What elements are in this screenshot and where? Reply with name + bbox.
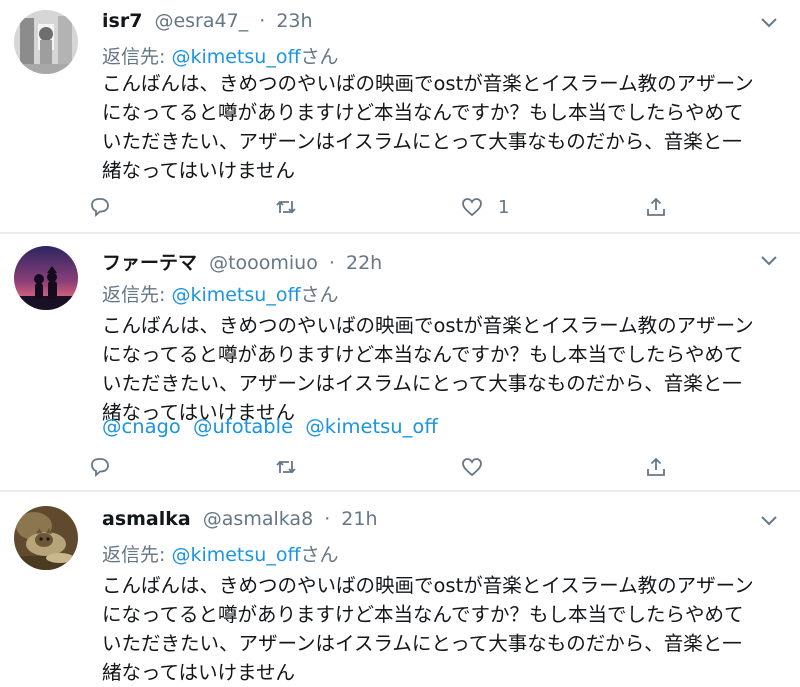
tweet-mentions: @cnago @ufotable @kimetsu_off: [102, 415, 444, 438]
reply-to-label: 返信先:: [102, 46, 172, 68]
avatar-image: [14, 10, 78, 74]
display-name[interactable]: ファーテマ: [102, 252, 197, 274]
share-icon: [647, 457, 665, 476]
separator-dot: ·: [328, 252, 335, 274]
retweet-icon: [276, 460, 296, 474]
reply-to: 返信先: @kimetsu_offさん: [102, 42, 339, 69]
like-button[interactable]: [460, 452, 484, 482]
tweet-text-line: になってると噂がありますけど本当なんですか？もし本当でしたらやめて: [102, 101, 744, 124]
tweet-header: isr7 @esra47_ · 23h: [102, 10, 313, 32]
separator-dot: ·: [259, 10, 266, 32]
tweet-text-line: こんばんは、きめつのやいばの映画でostが音楽とイスラーム教のアザーン: [102, 314, 754, 337]
tweet-text-line: こんばんは、きめつのやいばの映画でostが音楽とイスラーム教のアザーン: [102, 72, 754, 95]
reply-to-mention[interactable]: @kimetsu_off: [171, 284, 300, 306]
reply-button[interactable]: [88, 452, 112, 482]
tweet-actions: [88, 452, 688, 482]
tweet-text-line: いただきたい、アザーンはイスラムにとって大事なものだから、音楽と一: [102, 372, 742, 395]
tweet-3[interactable]: asmalka @asmalka8 · 21h 返信先: @kimetsu_of…: [0, 492, 800, 684]
reply-to-label: 返信先:: [102, 544, 172, 566]
retweet-button[interactable]: [274, 452, 298, 482]
timestamp[interactable]: 23h: [276, 10, 312, 32]
mention-link[interactable]: @ufotable: [193, 415, 293, 438]
reply-to: 返信先: @kimetsu_offさん: [102, 280, 339, 307]
chevron-down-icon[interactable]: [758, 12, 780, 34]
mention-link[interactable]: @kimetsu_off: [305, 415, 437, 438]
reply-to-suffix: さん: [300, 544, 339, 566]
tweet-text-line: 緒なってはいけません: [102, 159, 296, 182]
tweet-text-line: いただきたい、アザーンはイスラムにとって大事なものだから、音楽と一: [102, 632, 742, 655]
reply-to-label: 返信先:: [102, 284, 172, 306]
avatar[interactable]: [14, 246, 78, 310]
tweet-text: こんばんは、きめつのやいばの映画でostが音楽とイスラーム教のアザーン になって…: [102, 69, 782, 185]
like-button[interactable]: 1: [460, 192, 509, 222]
reply-to-mention[interactable]: @kimetsu_off: [171, 46, 300, 68]
share-icon: [647, 197, 665, 216]
share-button[interactable]: [644, 452, 668, 482]
avatar[interactable]: [14, 10, 78, 74]
retweet-button[interactable]: [274, 192, 298, 222]
chevron-down-icon[interactable]: [758, 250, 780, 272]
chevron-down-icon[interactable]: [758, 510, 780, 532]
avatar-image: [14, 506, 78, 570]
tweet-text: こんばんは、きめつのやいばの映画でostが音楽とイスラーム教のアザーン になって…: [102, 311, 782, 427]
timestamp[interactable]: 21h: [341, 508, 377, 530]
tweet-text-line: いただきたい、アザーンはイスラムにとって大事なものだから、音楽と一: [102, 130, 742, 153]
tweet-1[interactable]: isr7 @esra47_ · 23h 返信先: @kimetsu_offさん …: [0, 0, 800, 232]
timestamp[interactable]: 22h: [346, 252, 382, 274]
reply-button[interactable]: [88, 192, 112, 222]
avatar-image: [14, 246, 78, 310]
display-name[interactable]: isr7: [102, 10, 142, 32]
reply-icon: [91, 198, 109, 217]
user-handle[interactable]: @esra47_: [154, 10, 248, 32]
mention-link[interactable]: @cnago: [102, 415, 181, 438]
user-handle[interactable]: @tooomiuo: [209, 252, 318, 274]
reply-to: 返信先: @kimetsu_offさん: [102, 540, 339, 567]
like-icon: [462, 458, 482, 477]
tweet-text-line: 緒なってはいけません: [102, 661, 296, 684]
tweet-text: こんばんは、きめつのやいばの映画でostが音楽とイスラーム教のアザーン になって…: [102, 571, 782, 687]
reply-icon: [91, 458, 109, 477]
tweet-text-line: になってると噂がありますけど本当なんですか？もし本当でしたらやめて: [102, 343, 744, 366]
avatar[interactable]: [14, 506, 78, 570]
share-button[interactable]: [644, 192, 668, 222]
like-icon: [462, 198, 482, 217]
tweet-text-line: こんばんは、きめつのやいばの映画でostが音楽とイスラーム教のアザーン: [102, 574, 754, 597]
tweet-text-line: になってると噂がありますけど本当なんですか？もし本当でしたらやめて: [102, 603, 744, 626]
reply-to-suffix: さん: [300, 284, 339, 306]
user-handle[interactable]: @asmalka8: [203, 508, 313, 530]
tweet-header: ファーテマ @tooomiuo · 22h: [102, 248, 382, 275]
like-count: 1: [498, 196, 510, 218]
tweet-header: asmalka @asmalka8 · 21h: [102, 508, 378, 530]
tweet-2[interactable]: ファーテマ @tooomiuo · 22h 返信先: @kimetsu_offさ…: [0, 234, 800, 490]
display-name[interactable]: asmalka: [102, 508, 191, 530]
retweet-icon: [276, 200, 296, 214]
reply-to-mention[interactable]: @kimetsu_off: [171, 544, 300, 566]
separator-dot: ·: [324, 508, 331, 530]
reply-to-suffix: さん: [300, 46, 339, 68]
tweet-actions: 1: [88, 192, 688, 222]
